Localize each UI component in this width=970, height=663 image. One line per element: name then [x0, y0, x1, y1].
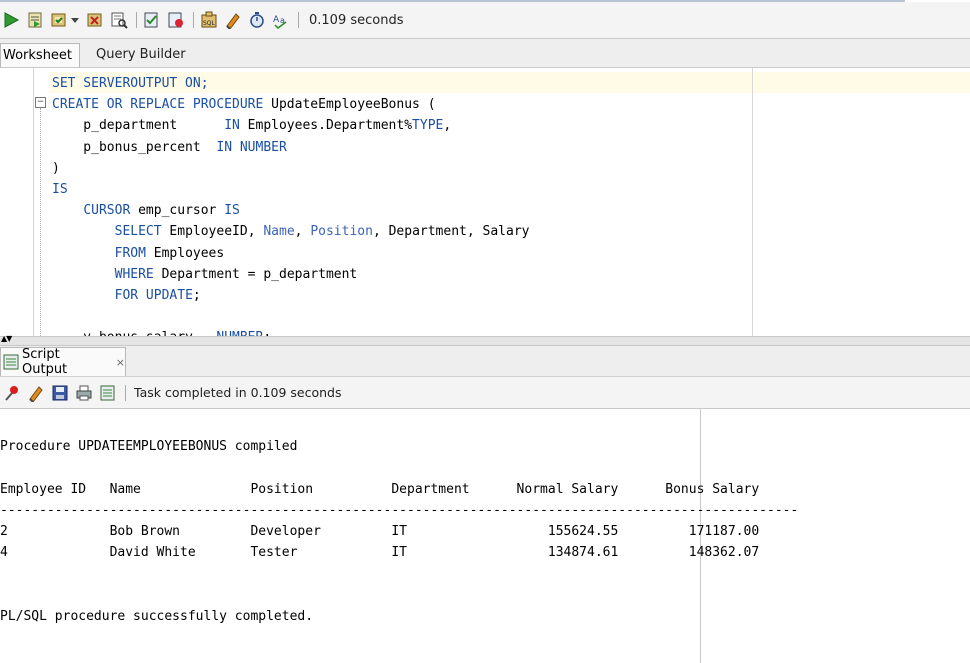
code-token: UpdateEmployeeBonus (: [271, 97, 436, 113]
code-line[interactable]: ): [52, 158, 529, 179]
save-icon[interactable]: [51, 384, 69, 402]
code-line[interactable]: CURSOR emp_cursor IS: [52, 200, 529, 221]
code-line[interactable]: SELECT EmployeeID, Name, Position, Depar…: [52, 221, 530, 242]
code-token: ,: [443, 118, 452, 134]
code-token: p_department: [52, 118, 225, 134]
sql-history-icon[interactable]: SQL: [200, 11, 218, 29]
output-line: Employee ID Name Position Department Nor…: [0, 481, 760, 497]
output-line: Procedure UPDATEEMPLOYEEBONUS compiled: [0, 439, 298, 454]
tab-script-output[interactable]: Script Output ×: [0, 347, 126, 377]
code-line[interactable]: [52, 306, 529, 327]
code-text[interactable]: SET SERVEROUTPUT ON; CREATE OR REPLACE PR…: [52, 73, 529, 336]
toolbar-separator: [125, 384, 126, 401]
code-token: CREATE OR REPLACE PROCEDURE: [52, 97, 272, 113]
code-token: EmployeeID,: [169, 224, 264, 240]
collapse-icon[interactable]: −: [35, 97, 46, 108]
clear-icon[interactable]: [224, 11, 242, 30]
close-icon[interactable]: ×: [116, 356, 125, 369]
code-token: FROM: [114, 245, 154, 261]
code-line[interactable]: CREATE OR REPLACE PROCEDURE UpdateEmploy…: [52, 94, 529, 115]
code-token: Employees.Department%: [247, 118, 413, 134]
code-line[interactable]: FOR UPDATE;: [52, 285, 529, 306]
open-file-icon[interactable]: [99, 384, 117, 402]
code-token: SET SERVEROUTPUT ON;: [52, 76, 209, 91]
code-token: p_bonus_percent: [52, 139, 217, 155]
editor-tabs: Worksheet Query Builder: [0, 39, 970, 68]
panel-splitter[interactable]: ▲▼: [0, 335, 970, 346]
autotrace-icon[interactable]: [143, 11, 161, 29]
explain-plan-icon[interactable]: [110, 11, 128, 29]
output-tabbar: Script Output ×: [0, 346, 970, 377]
code-token: ): [52, 160, 60, 176]
rollback-icon[interactable]: [86, 11, 104, 29]
script-output-icon: [3, 354, 19, 370]
code-token: , Department, Salary: [372, 224, 530, 240]
code-line[interactable]: p_bonus_percent IN NUMBER: [52, 137, 529, 158]
svg-text:SQL: SQL: [203, 20, 216, 27]
run-script-icon[interactable]: [26, 11, 44, 29]
code-line[interactable]: SET SERVEROUTPUT ON;: [52, 73, 529, 94]
output-line: ----------------------------------------…: [0, 502, 799, 518]
right-margin-guide: [752, 68, 753, 336]
code-token: TYPE: [412, 118, 444, 134]
code-line[interactable]: p_department IN Employees.Department%TYP…: [52, 115, 529, 136]
sql-editor[interactable]: − SET SERVEROUTPUT ON; CREATE OR REPLACE …: [0, 68, 970, 336]
line-gutter: [0, 68, 34, 336]
code-token: ;: [192, 287, 201, 303]
code-token: IN: [224, 118, 248, 134]
code-line[interactable]: WHERE Department = p_department: [52, 264, 529, 285]
code-token: ,: [294, 224, 311, 240]
code-token: Name: [263, 224, 295, 240]
task-status: Task completed in 0.109 seconds: [134, 385, 342, 400]
code-token: WHERE: [114, 266, 162, 282]
format-icon[interactable]: Aa: [272, 11, 290, 29]
commit-icon[interactable]: [50, 11, 68, 29]
print-icon[interactable]: [75, 384, 93, 402]
clear-icon[interactable]: [27, 384, 45, 403]
dropdown-arrow-icon[interactable]: [70, 11, 80, 29]
code-token: Employees: [153, 245, 225, 261]
code-token: SELECT: [114, 224, 170, 240]
code-line[interactable]: FROM Employees: [52, 243, 529, 264]
code-token: emp_cursor: [138, 203, 225, 219]
output-line: PL/SQL procedure successfully completed.: [0, 609, 314, 625]
toolbar-separator: [193, 12, 194, 28]
toolbar-separator: [136, 12, 137, 28]
code-token: Position: [310, 224, 373, 240]
code-token: Department = p_department: [161, 266, 358, 282]
splitter-arrows-icon[interactable]: ▲▼: [1, 335, 12, 343]
output-line: 4 David White Tester IT 134874.61 148362…: [0, 545, 760, 561]
toolbar-separator: [298, 12, 299, 28]
tab-query-builder[interactable]: Query Builder: [90, 43, 192, 67]
worksheet-toolbar: SQL Aa 0.109 seconds: [0, 2, 970, 39]
output-line: 2 Bob Brown Developer IT 155624.55 17118…: [0, 524, 760, 540]
sql-tuning-icon[interactable]: [167, 11, 185, 29]
code-token: IS: [52, 181, 68, 197]
code-token: FOR UPDATE: [114, 287, 193, 303]
fold-guide: [40, 108, 41, 336]
output-toolbar: Task completed in 0.109 seconds: [0, 376, 970, 409]
svg-text:A: A: [273, 15, 280, 25]
timer-icon[interactable]: [248, 11, 266, 29]
code-line[interactable]: IS: [52, 179, 529, 200]
pin-icon[interactable]: [3, 384, 21, 402]
script-output-label: Script Output: [22, 347, 68, 377]
code-token: CURSOR: [83, 203, 139, 219]
run-statement-icon[interactable]: [2, 11, 20, 29]
code-token: IN NUMBER: [216, 139, 287, 155]
elapsed-time: 0.109 seconds: [309, 12, 404, 28]
code-line[interactable]: v_bonus_salary NUMBER;: [52, 327, 529, 336]
output-text: Procedure UPDATEEMPLOYEEBONUS compiled Em…: [0, 436, 798, 628]
tab-worksheet[interactable]: Worksheet: [0, 43, 80, 67]
script-output-area[interactable]: Procedure UPDATEEMPLOYEEBONUS compiled Em…: [0, 409, 970, 663]
code-token: IS: [224, 203, 240, 219]
